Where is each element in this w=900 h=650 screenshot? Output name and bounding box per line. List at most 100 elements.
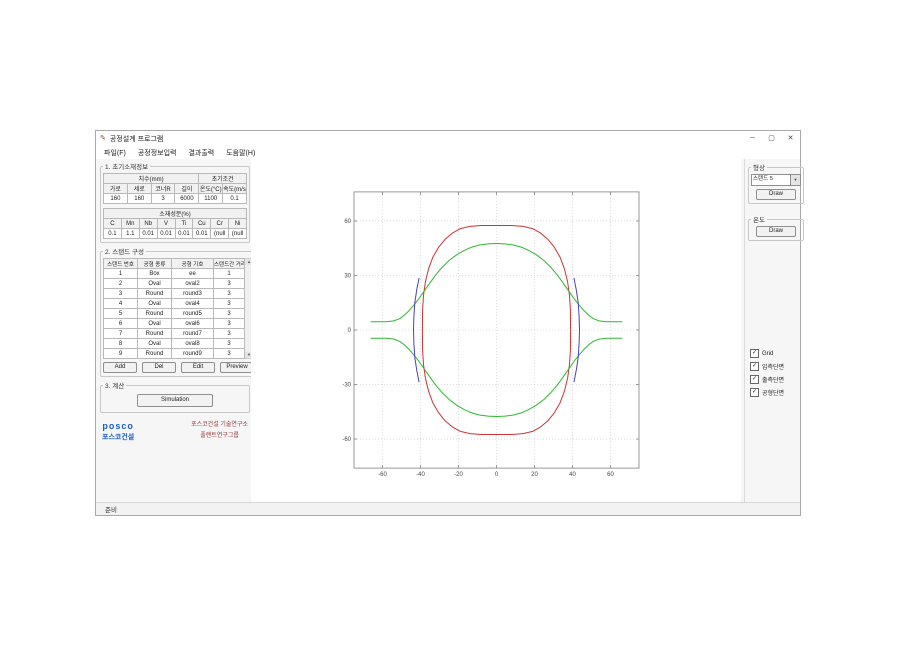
chart-panel: -60 -40 -20 0 20 40 60 -60 -30 0 30 60	[251, 159, 741, 504]
stand-cell: Round	[137, 328, 172, 339]
comp-col-Cr: Cr	[210, 218, 230, 229]
pass-section-chart: -60 -40 -20 0 20 40 60 -60 -30 0 30 60	[342, 191, 640, 478]
checkbox-label: Grid	[762, 350, 774, 357]
col-width: 가로	[103, 183, 128, 194]
table-row[interactable]: 8 Oval oval8 3	[103, 338, 245, 349]
menu-item-0[interactable]: 파일(F)	[98, 148, 132, 158]
edit-button[interactable]: Edit	[181, 362, 215, 373]
stand-cell: ee	[171, 268, 214, 279]
table-row[interactable]: 6 Oval oval6 3	[103, 318, 245, 329]
stand-cell: oval4	[171, 298, 214, 309]
composition-title: 소재성분(%)	[103, 208, 247, 219]
posco-logo: posco 포스코건설	[102, 421, 134, 442]
stand-cell: Round	[137, 308, 172, 319]
stand-cell: 8	[103, 338, 138, 349]
stand-cell: Oval	[137, 338, 172, 349]
menu-item-3[interactable]: 도움말(H)	[220, 148, 261, 158]
stand-cell: Box	[137, 268, 172, 279]
stand-cell: Oval	[137, 278, 172, 289]
stand-cell: 3	[213, 318, 245, 329]
table-row[interactable]: 4 Oval oval4 3	[103, 298, 245, 309]
add-button[interactable]: Add	[103, 362, 137, 373]
checkbox-icon[interactable]: ✓	[750, 388, 759, 397]
temperature-group: 온도 Draw	[748, 214, 804, 241]
stand-cell: round9	[171, 348, 214, 359]
series-groove-bottom-roll	[370, 337, 623, 417]
display-option-공형단면[interactable]: ✓ 공형단면	[750, 388, 784, 397]
maximize-icon[interactable]: ▢	[762, 131, 781, 146]
checkbox-label: 입측단면	[762, 365, 785, 371]
right-panel: 형상 스탠드 5 ▼ Draw 온도 Draw ✓ Grid ✓ 입측단면 ✓ 출측단면 ✓…	[744, 159, 804, 503]
stand-cell: round5	[171, 308, 214, 319]
material-info-group: 1. 초기소재정보 치수(mm) 초기조건 가로 세로 코너R 길이 온도(°C…	[100, 161, 250, 243]
col-temp: 온도(°C)	[198, 183, 224, 194]
table-row[interactable]: 2 Oval oval2 3	[103, 278, 245, 289]
menu-item-2[interactable]: 결과출력	[182, 148, 220, 158]
chevron-down-icon[interactable]: ▼	[790, 175, 800, 185]
stand-cell: oval2	[171, 278, 214, 289]
shape-group-title: 형상	[753, 165, 765, 172]
stand-table: 스탠드 번호 공형 종류 공형 기호 스탠드간 거리 1 Box ee 1 2 Oval oval…	[103, 258, 245, 359]
menu-bar: 파일(F) 공정정보입력 결과출력 도움말(H)	[96, 146, 800, 160]
col-length: 길이	[174, 183, 200, 194]
col-speed: 속도(m/s)	[222, 183, 247, 194]
display-option-출측단면[interactable]: ✓ 출측단면	[750, 375, 784, 384]
checkbox-label: 출측단면	[762, 378, 785, 384]
svg-text:60: 60	[607, 472, 614, 478]
stand-cell: 3	[213, 328, 245, 339]
table-row[interactable]: 9 Round round9 3	[103, 348, 245, 359]
checkbox-icon[interactable]: ✓	[750, 349, 759, 358]
comp-val-Ni: (null	[228, 228, 247, 239]
initcond-group-header: 초기조건	[198, 173, 247, 184]
stand-col-3: 스탠드간 거리	[213, 258, 245, 269]
table-row[interactable]: 7 Round round7 3	[103, 328, 245, 339]
menu-item-1[interactable]: 공정정보입력	[132, 148, 183, 158]
checkbox-icon[interactable]: ✓	[750, 362, 759, 371]
branding-area: posco 포스코건설 포스코건설 기술연구소 플랜트연구그룹	[100, 416, 250, 443]
simulation-button[interactable]: Simulation	[137, 394, 213, 407]
stand-cell: 1	[103, 268, 138, 279]
content-area: 1. 초기소재정보 치수(mm) 초기조건 가로 세로 코너R 길이 온도(°C…	[96, 159, 804, 504]
shape-draw-button[interactable]: Draw	[756, 189, 796, 200]
display-option-Grid[interactable]: ✓ Grid	[750, 349, 784, 358]
stand-cell: round7	[171, 328, 214, 339]
svg-text:0: 0	[348, 328, 352, 334]
app-window: ✎ 공정설계 프로그램 ─ ▢ ✕ 파일(F) 공정정보입력 결과출력 도움말(H) …	[95, 130, 804, 516]
del-button[interactable]: Del	[142, 362, 176, 373]
table-row[interactable]: 1 Box ee 1	[103, 268, 245, 279]
table-row[interactable]: 5 Round round5 3	[103, 308, 245, 319]
shape-group: 형상 스탠드 5 ▼ Draw	[748, 162, 804, 204]
organization-line2: 플랜트연구그룹	[200, 433, 239, 440]
preview-button[interactable]: Preview	[220, 362, 254, 373]
stand-cell: Oval	[137, 298, 172, 309]
comp-val-Cu: 0.01	[192, 228, 212, 239]
comp-val-Mn: 1.1	[120, 228, 140, 239]
organization-text: 포스코건설 기술연구소 플랜트연구그룹	[191, 420, 248, 443]
checkbox-icon[interactable]: ✓	[750, 375, 759, 384]
svg-text:-60: -60	[342, 437, 351, 443]
material-info-title: 1. 초기소재정보	[105, 164, 149, 171]
display-option-입측단면[interactable]: ✓ 입측단면	[750, 362, 784, 371]
posco-logo-text: posco	[102, 420, 134, 431]
comp-col-Ni: Ni	[228, 218, 247, 229]
table-row[interactable]: 3 Round round3 3	[103, 288, 245, 299]
minimize-icon[interactable]: ─	[743, 131, 762, 146]
stand-cell: 6	[103, 318, 138, 329]
svg-text:0: 0	[495, 472, 499, 478]
calculation-group: 3. 계산 Simulation	[100, 380, 250, 413]
svg-text:-40: -40	[416, 472, 425, 478]
stand-select-dropdown[interactable]: 스탠드 5 ▼	[751, 174, 801, 186]
temperature-draw-button[interactable]: Draw	[756, 226, 796, 237]
comp-val-Ti: 0.01	[174, 228, 194, 239]
stand-config-group: 2. 스탠드 구성 스탠드 번호 공형 종류 공형 기호 스탠드간 거리 1 Box ee…	[100, 246, 257, 377]
close-icon[interactable]: ✕	[781, 131, 800, 146]
app-icon: ✎	[100, 135, 106, 142]
stand-cell: 3	[213, 278, 245, 289]
comp-val-C: 0.1	[103, 228, 122, 239]
stand-cell: oval6	[171, 318, 214, 329]
organization-line1: 포스코건설 기술연구소	[191, 422, 248, 428]
col-height: 세로	[126, 183, 152, 194]
svg-text:20: 20	[531, 472, 538, 478]
stand-col-1: 공형 종류	[137, 258, 172, 269]
comp-col-Mn: Mn	[120, 218, 140, 229]
